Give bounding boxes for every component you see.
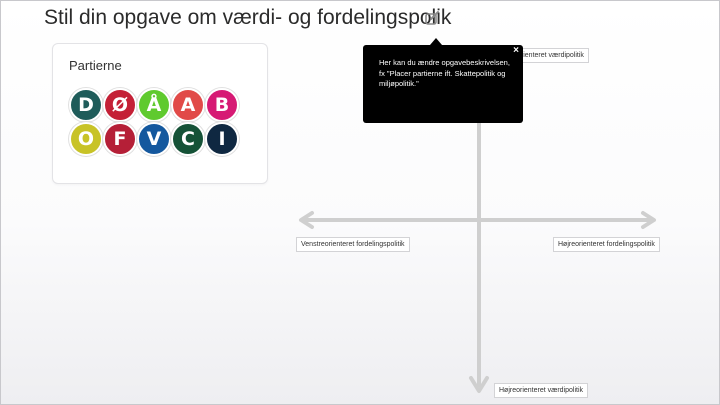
tooltip-text: Her kan du ændre opgavebeskrivelsen, fx … xyxy=(379,58,510,88)
tooltip-caret xyxy=(430,38,442,45)
axis-label-left: Venstreorienteret fordelingspolitik xyxy=(296,237,410,252)
close-icon[interactable]: × xyxy=(513,45,519,57)
axis-label-right: Højreorienteret fordelingspolitik xyxy=(553,237,660,252)
axis-label-top: orienteret værdipolitik xyxy=(512,48,589,63)
edit-hint-tooltip: × Her kan du ændre opgavebeskrivelsen, f… xyxy=(363,45,523,123)
axis-label-bottom: Højreorienteret værdipolitik xyxy=(494,383,589,398)
axes-canvas xyxy=(299,60,656,393)
